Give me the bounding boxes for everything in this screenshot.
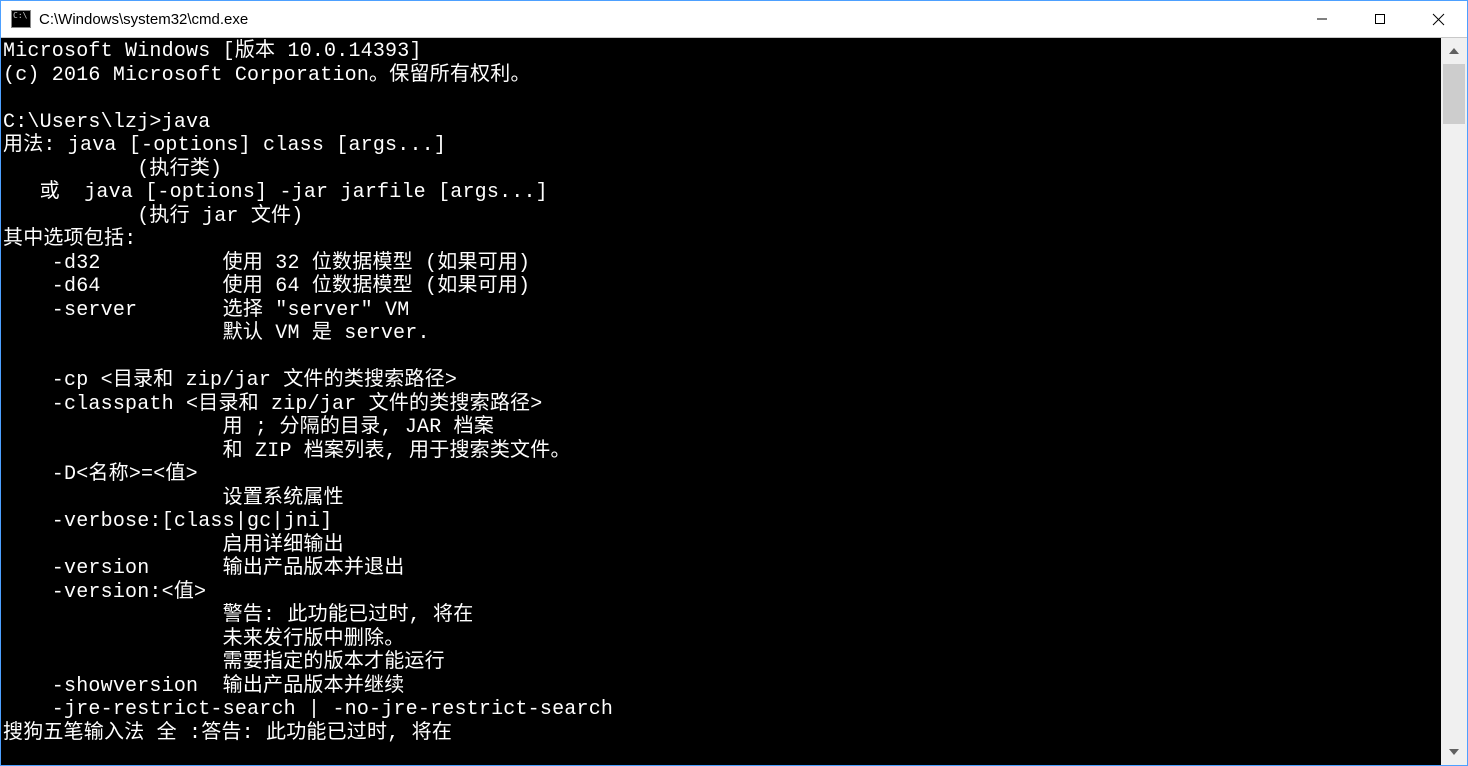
console-line: 用法: java [-options] class [args...] — [3, 134, 1441, 158]
console-line: 用 ; 分隔的目录, JAR 档案 — [3, 416, 1441, 440]
console-line: 或 java [-options] -jar jarfile [args...] — [3, 181, 1441, 205]
cmd-icon — [11, 10, 31, 28]
client-area: Microsoft Windows [版本 10.0.14393](c) 201… — [1, 38, 1467, 765]
console-line: 需要指定的版本才能运行 — [3, 651, 1441, 675]
console-line: -d32 使用 32 位数据模型 (如果可用) — [3, 252, 1441, 276]
chevron-down-icon — [1449, 749, 1459, 755]
console-line: -verbose:[class|gc|jni] — [3, 510, 1441, 534]
console-line: 默认 VM 是 server. — [3, 322, 1441, 346]
console-line — [3, 346, 1441, 370]
console-line — [3, 87, 1441, 111]
maximize-icon — [1374, 13, 1386, 25]
window-title: C:\Windows\system32\cmd.exe — [39, 11, 248, 28]
console-line: -D<名称>=<值> — [3, 463, 1441, 487]
console-line: 警告: 此功能已过时, 将在 — [3, 604, 1441, 628]
console-line: 未来发行版中删除。 — [3, 628, 1441, 652]
console-line: 和 ZIP 档案列表, 用于搜索类文件。 — [3, 440, 1441, 464]
console-line: (执行类) — [3, 158, 1441, 182]
console-line: -version 输出产品版本并退出 — [3, 557, 1441, 581]
console-line: -showversion 输出产品版本并继续 — [3, 675, 1441, 699]
vertical-scrollbar[interactable] — [1441, 38, 1467, 765]
scroll-thumb[interactable] — [1443, 64, 1465, 124]
close-icon — [1432, 13, 1445, 26]
console-line: -version:<值> — [3, 581, 1441, 605]
console-line: -jre-restrict-search | -no-jre-restrict-… — [3, 698, 1441, 722]
console-line: -cp <目录和 zip/jar 文件的类搜索路径> — [3, 369, 1441, 393]
titlebar[interactable]: C:\Windows\system32\cmd.exe — [1, 1, 1467, 38]
console-line: -d64 使用 64 位数据模型 (如果可用) — [3, 275, 1441, 299]
scroll-down-button[interactable] — [1441, 739, 1467, 765]
console-line: 启用详细输出 — [3, 534, 1441, 558]
minimize-icon — [1316, 13, 1328, 25]
console-line: (执行 jar 文件) — [3, 205, 1441, 229]
scroll-up-button[interactable] — [1441, 38, 1467, 64]
console-line: -classpath <目录和 zip/jar 文件的类搜索路径> — [3, 393, 1441, 417]
console-output[interactable]: Microsoft Windows [版本 10.0.14393](c) 201… — [1, 38, 1441, 765]
console-line: C:\Users\lzj>java — [3, 111, 1441, 135]
console-line: 搜狗五笔输入法 全 :答告: 此功能已过时, 将在 — [3, 722, 1441, 746]
minimize-button[interactable] — [1293, 1, 1351, 37]
console-line: Microsoft Windows [版本 10.0.14393] — [3, 40, 1441, 64]
console-line: -server 选择 "server" VM — [3, 299, 1441, 323]
window-controls — [1293, 1, 1467, 37]
console-line: (c) 2016 Microsoft Corporation。保留所有权利。 — [3, 64, 1441, 88]
cmd-window: C:\Windows\system32\cmd.exe Microsoft Wi… — [0, 0, 1468, 766]
console-line: 其中选项包括: — [3, 228, 1441, 252]
chevron-up-icon — [1449, 48, 1459, 54]
console-line: 设置系统属性 — [3, 487, 1441, 511]
close-button[interactable] — [1409, 1, 1467, 37]
maximize-button[interactable] — [1351, 1, 1409, 37]
